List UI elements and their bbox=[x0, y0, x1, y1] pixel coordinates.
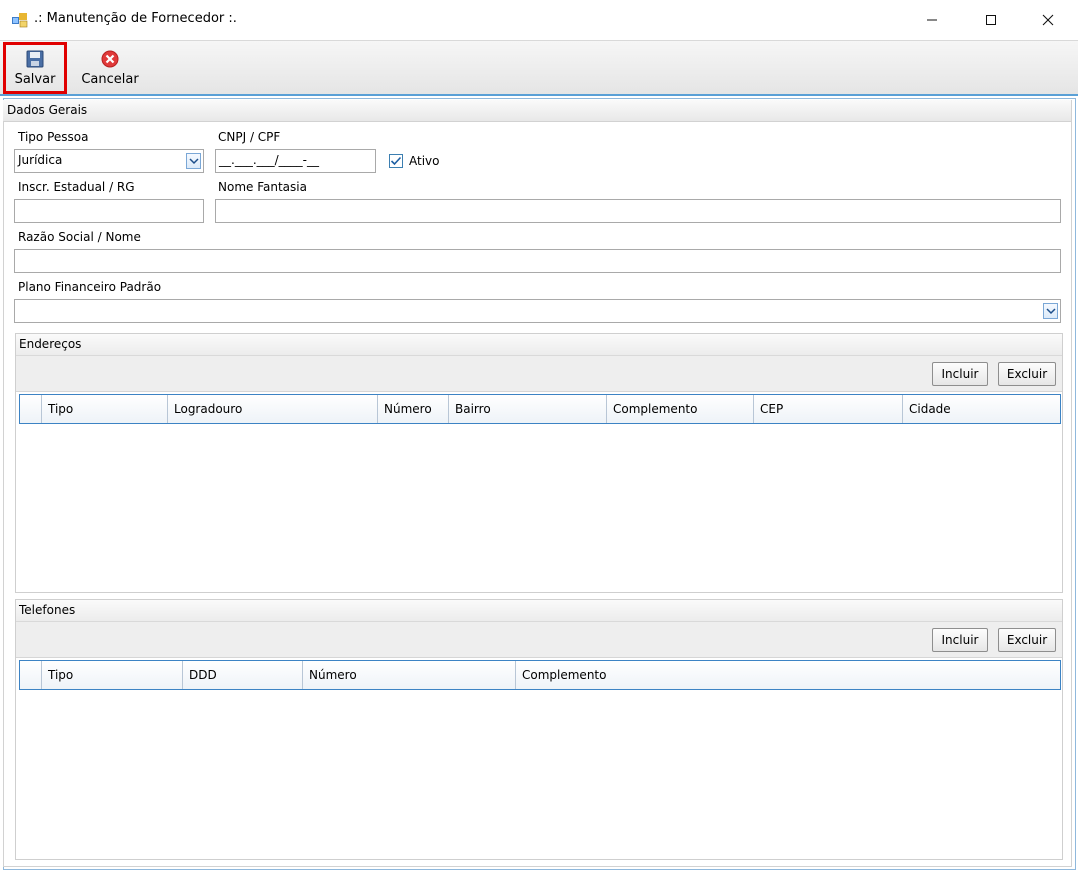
nome-fantasia-label: Nome Fantasia bbox=[218, 180, 307, 194]
nome-fantasia-field[interactable] bbox=[215, 199, 1061, 223]
save-label: Salvar bbox=[14, 72, 56, 87]
cancel-button[interactable]: Cancelar bbox=[76, 42, 144, 94]
col-bairro[interactable]: Bairro bbox=[449, 395, 607, 423]
chevron-down-icon[interactable] bbox=[1043, 303, 1058, 319]
cnpj-label: CNPJ / CPF bbox=[218, 130, 281, 144]
plano-financeiro-label: Plano Financeiro Padrão bbox=[18, 280, 162, 294]
inscr-estadual-field[interactable] bbox=[14, 199, 204, 223]
enderecos-group: Endereços Incluir Excluir Tipo Logradour… bbox=[15, 333, 1063, 593]
minimize-button[interactable] bbox=[909, 0, 955, 40]
tipo-pessoa-select[interactable]: Jurídica bbox=[14, 149, 204, 173]
inscr-estadual-label: Inscr. Estadual / RG bbox=[18, 180, 135, 194]
row-selector-header bbox=[20, 661, 42, 689]
telefones-grid[interactable]: Tipo DDD Número Complemento bbox=[19, 660, 1061, 857]
row-selector-header bbox=[20, 395, 42, 423]
minimize-icon bbox=[927, 19, 937, 21]
enderecos-grid-header: Tipo Logradouro Número Bairro Complement… bbox=[19, 394, 1061, 424]
col-cep[interactable]: CEP bbox=[754, 395, 903, 423]
telefones-grid-header: Tipo DDD Número Complemento bbox=[19, 660, 1061, 690]
window-title: .: Manutenção de Fornecedor :. bbox=[34, 11, 237, 26]
cancel-icon bbox=[101, 50, 119, 68]
checkmark-icon bbox=[390, 156, 402, 166]
telefones-excluir-button[interactable]: Excluir bbox=[998, 628, 1056, 652]
maximize-button[interactable] bbox=[968, 0, 1014, 40]
col-logradouro[interactable]: Logradouro bbox=[168, 395, 378, 423]
plano-financeiro-select[interactable] bbox=[14, 299, 1061, 323]
telefones-toolbar: Incluir Excluir bbox=[16, 622, 1062, 658]
col-complemento[interactable]: Complemento bbox=[607, 395, 754, 423]
telefones-group: Telefones Incluir Excluir Tipo DDD Númer… bbox=[15, 599, 1063, 860]
enderecos-incluir-button[interactable]: Incluir bbox=[932, 362, 988, 386]
ativo-label: Ativo bbox=[409, 154, 440, 168]
telefones-incluir-button[interactable]: Incluir bbox=[932, 628, 988, 652]
maximize-icon bbox=[986, 15, 996, 25]
col-tipo[interactable]: Tipo bbox=[42, 661, 183, 689]
floppy-disk-icon bbox=[26, 50, 44, 68]
dados-gerais-header: Dados Gerais bbox=[3, 100, 1071, 122]
razao-social-label: Razão Social / Nome bbox=[18, 230, 141, 244]
enderecos-grid[interactable]: Tipo Logradouro Número Bairro Complement… bbox=[19, 394, 1061, 590]
col-cidade[interactable]: Cidade bbox=[903, 395, 1060, 423]
ativo-checkbox[interactable] bbox=[389, 154, 403, 168]
col-numero[interactable]: Número bbox=[378, 395, 449, 423]
app-icon bbox=[11, 11, 29, 29]
enderecos-toolbar: Incluir Excluir bbox=[16, 356, 1062, 392]
col-numero[interactable]: Número bbox=[303, 661, 516, 689]
tipo-pessoa-label: Tipo Pessoa bbox=[18, 130, 89, 144]
enderecos-header: Endereços bbox=[16, 334, 1062, 356]
col-ddd[interactable]: DDD bbox=[183, 661, 303, 689]
cnpj-field[interactable]: __.___.___/____-__ bbox=[215, 149, 376, 173]
col-complemento[interactable]: Complemento bbox=[516, 661, 1060, 689]
col-tipo[interactable]: Tipo bbox=[42, 395, 168, 423]
tipo-pessoa-value: Jurídica bbox=[18, 153, 63, 167]
telefones-header: Telefones bbox=[16, 600, 1062, 622]
enderecos-excluir-button[interactable]: Excluir bbox=[998, 362, 1056, 386]
close-button[interactable] bbox=[1025, 0, 1071, 40]
close-icon bbox=[1042, 14, 1054, 26]
toolbar bbox=[0, 40, 1078, 96]
razao-social-field[interactable] bbox=[14, 249, 1061, 273]
save-button[interactable]: Salvar bbox=[3, 42, 67, 94]
cancel-label: Cancelar bbox=[81, 72, 139, 87]
chevron-down-icon[interactable] bbox=[186, 153, 201, 169]
